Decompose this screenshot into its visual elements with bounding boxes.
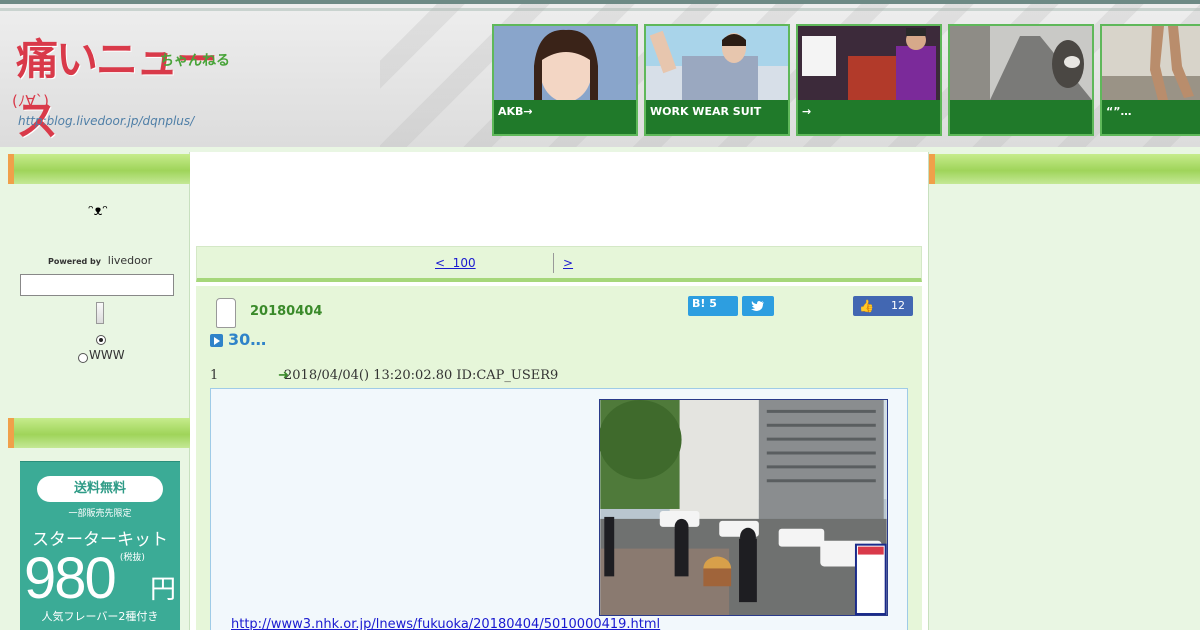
- logo-face-text: (ﾉ∀`): [12, 92, 49, 110]
- radio-blog-search[interactable]: [96, 335, 106, 345]
- like-count: 12: [891, 299, 905, 312]
- ad-price-number: 980: [23, 546, 117, 611]
- title-arrow-icon: [210, 334, 223, 347]
- left-sidebar-section-bar: [8, 418, 190, 448]
- featured-thumbnail-4: [950, 26, 1092, 100]
- tweet-button[interactable]: [742, 296, 774, 316]
- sidebar-advertisement[interactable]: 送料無料 一部販売先限定 スターターキット 980 (税抜) 円 人気フレーバー…: [20, 461, 180, 630]
- left-sidebar: ᵔᴥᵔ Powered by livedoor WWW 送料無料 一部販売先限定…: [8, 152, 190, 630]
- featured-article-2[interactable]: WORK WEAR SUIT: [644, 24, 790, 136]
- featured-articles: AKB→ WORK WEAR SUIT → “”…: [492, 24, 1200, 138]
- prev-article-link[interactable]: < 100: [435, 256, 476, 270]
- news-photo[interactable]: [599, 399, 888, 616]
- featured-caption-5: “”…: [1102, 100, 1200, 134]
- response-body: http://www3.nhk.or.jp/lnews/fukuoka/2018…: [210, 388, 908, 630]
- powered-by-livedoor[interactable]: Powered by livedoor: [48, 254, 152, 267]
- search-button[interactable]: [96, 302, 104, 324]
- article: 20180404 B! 5 👍 12 30… 1 ➜ 2018/04/04() …: [196, 286, 922, 630]
- right-sidebar: [928, 152, 1200, 630]
- site-logo[interactable]: 痛いニュース ちゃんねる (ﾉ∀`) http:blog.livedoor.jp…: [10, 26, 230, 145]
- hatena-label: B!: [692, 297, 706, 310]
- response-number: 1: [210, 368, 219, 383]
- main-content: < 100 > 20180404 B! 5 👍 12 30… 1 ➜ 2018/…: [190, 152, 928, 630]
- radio-web-search[interactable]: [78, 353, 88, 363]
- hatena-bookmark-button[interactable]: B! 5: [688, 296, 738, 316]
- source-link[interactable]: http://www3.nhk.or.jp/lnews/fukuoka/2018…: [231, 617, 660, 630]
- article-title[interactable]: 30…: [228, 330, 266, 349]
- featured-thumbnail-2: [646, 26, 788, 100]
- ad-price: 980 (税抜) 円: [20, 550, 180, 608]
- ad-limited-text: 一部販売先限定: [68, 509, 132, 519]
- featured-caption-2: WORK WEAR SUIT: [646, 100, 788, 134]
- featured-article-5[interactable]: “”…: [1100, 24, 1200, 136]
- right-sidebar-header-bar: [929, 154, 1200, 184]
- next-article-link[interactable]: >: [563, 256, 573, 270]
- logo-main-text: 痛いニュース: [16, 35, 218, 145]
- site-header: 痛いニュース ちゃんねる (ﾉ∀`) http:blog.livedoor.jp…: [0, 0, 1200, 147]
- featured-article-3[interactable]: →: [796, 24, 942, 136]
- thumbs-up-icon: 👍: [859, 299, 874, 313]
- left-sidebar-header-bar: [8, 154, 190, 184]
- livedoor-logo: livedoor: [107, 254, 153, 267]
- smiley-icon: ᵔᴥᵔ: [88, 203, 109, 219]
- featured-thumbnail-1: [494, 26, 636, 100]
- search-input[interactable]: [20, 274, 174, 296]
- pager-divider: [553, 253, 554, 273]
- author-avatar-icon: [216, 298, 236, 328]
- featured-caption-3: →: [798, 100, 940, 134]
- article-pager: < 100 >: [196, 246, 922, 282]
- featured-thumbnail-5: [1102, 26, 1200, 100]
- bird-icon: [751, 301, 764, 311]
- featured-thumbnail-3: [798, 26, 940, 100]
- ad-flavor-text: 人気フレーバー2種付き: [41, 610, 159, 623]
- hatena-count: 5: [709, 297, 717, 310]
- facebook-like-button[interactable]: 👍 12: [853, 296, 913, 316]
- ad-yen: 円: [149, 575, 176, 605]
- featured-article-4[interactable]: [948, 24, 1094, 136]
- ad-tax-note: (税抜): [119, 553, 145, 563]
- featured-caption-1: AKB→: [494, 100, 636, 134]
- article-date: 20180404: [250, 304, 323, 319]
- response-meta: 2018/04/04() 13:20:02.80 ID:CAP_USER9: [284, 368, 559, 383]
- logo-sub-text: ちゃんねる: [160, 53, 230, 69]
- radio-web-label: WWW: [89, 348, 125, 362]
- featured-caption-4: [950, 100, 1092, 134]
- ad-free-shipping-badge: 送料無料: [37, 476, 163, 502]
- featured-article-1[interactable]: AKB→: [492, 24, 638, 136]
- powered-by-label: Powered by: [48, 257, 101, 266]
- logo-url-text: http:blog.livedoor.jp/dqnplus/: [18, 114, 195, 128]
